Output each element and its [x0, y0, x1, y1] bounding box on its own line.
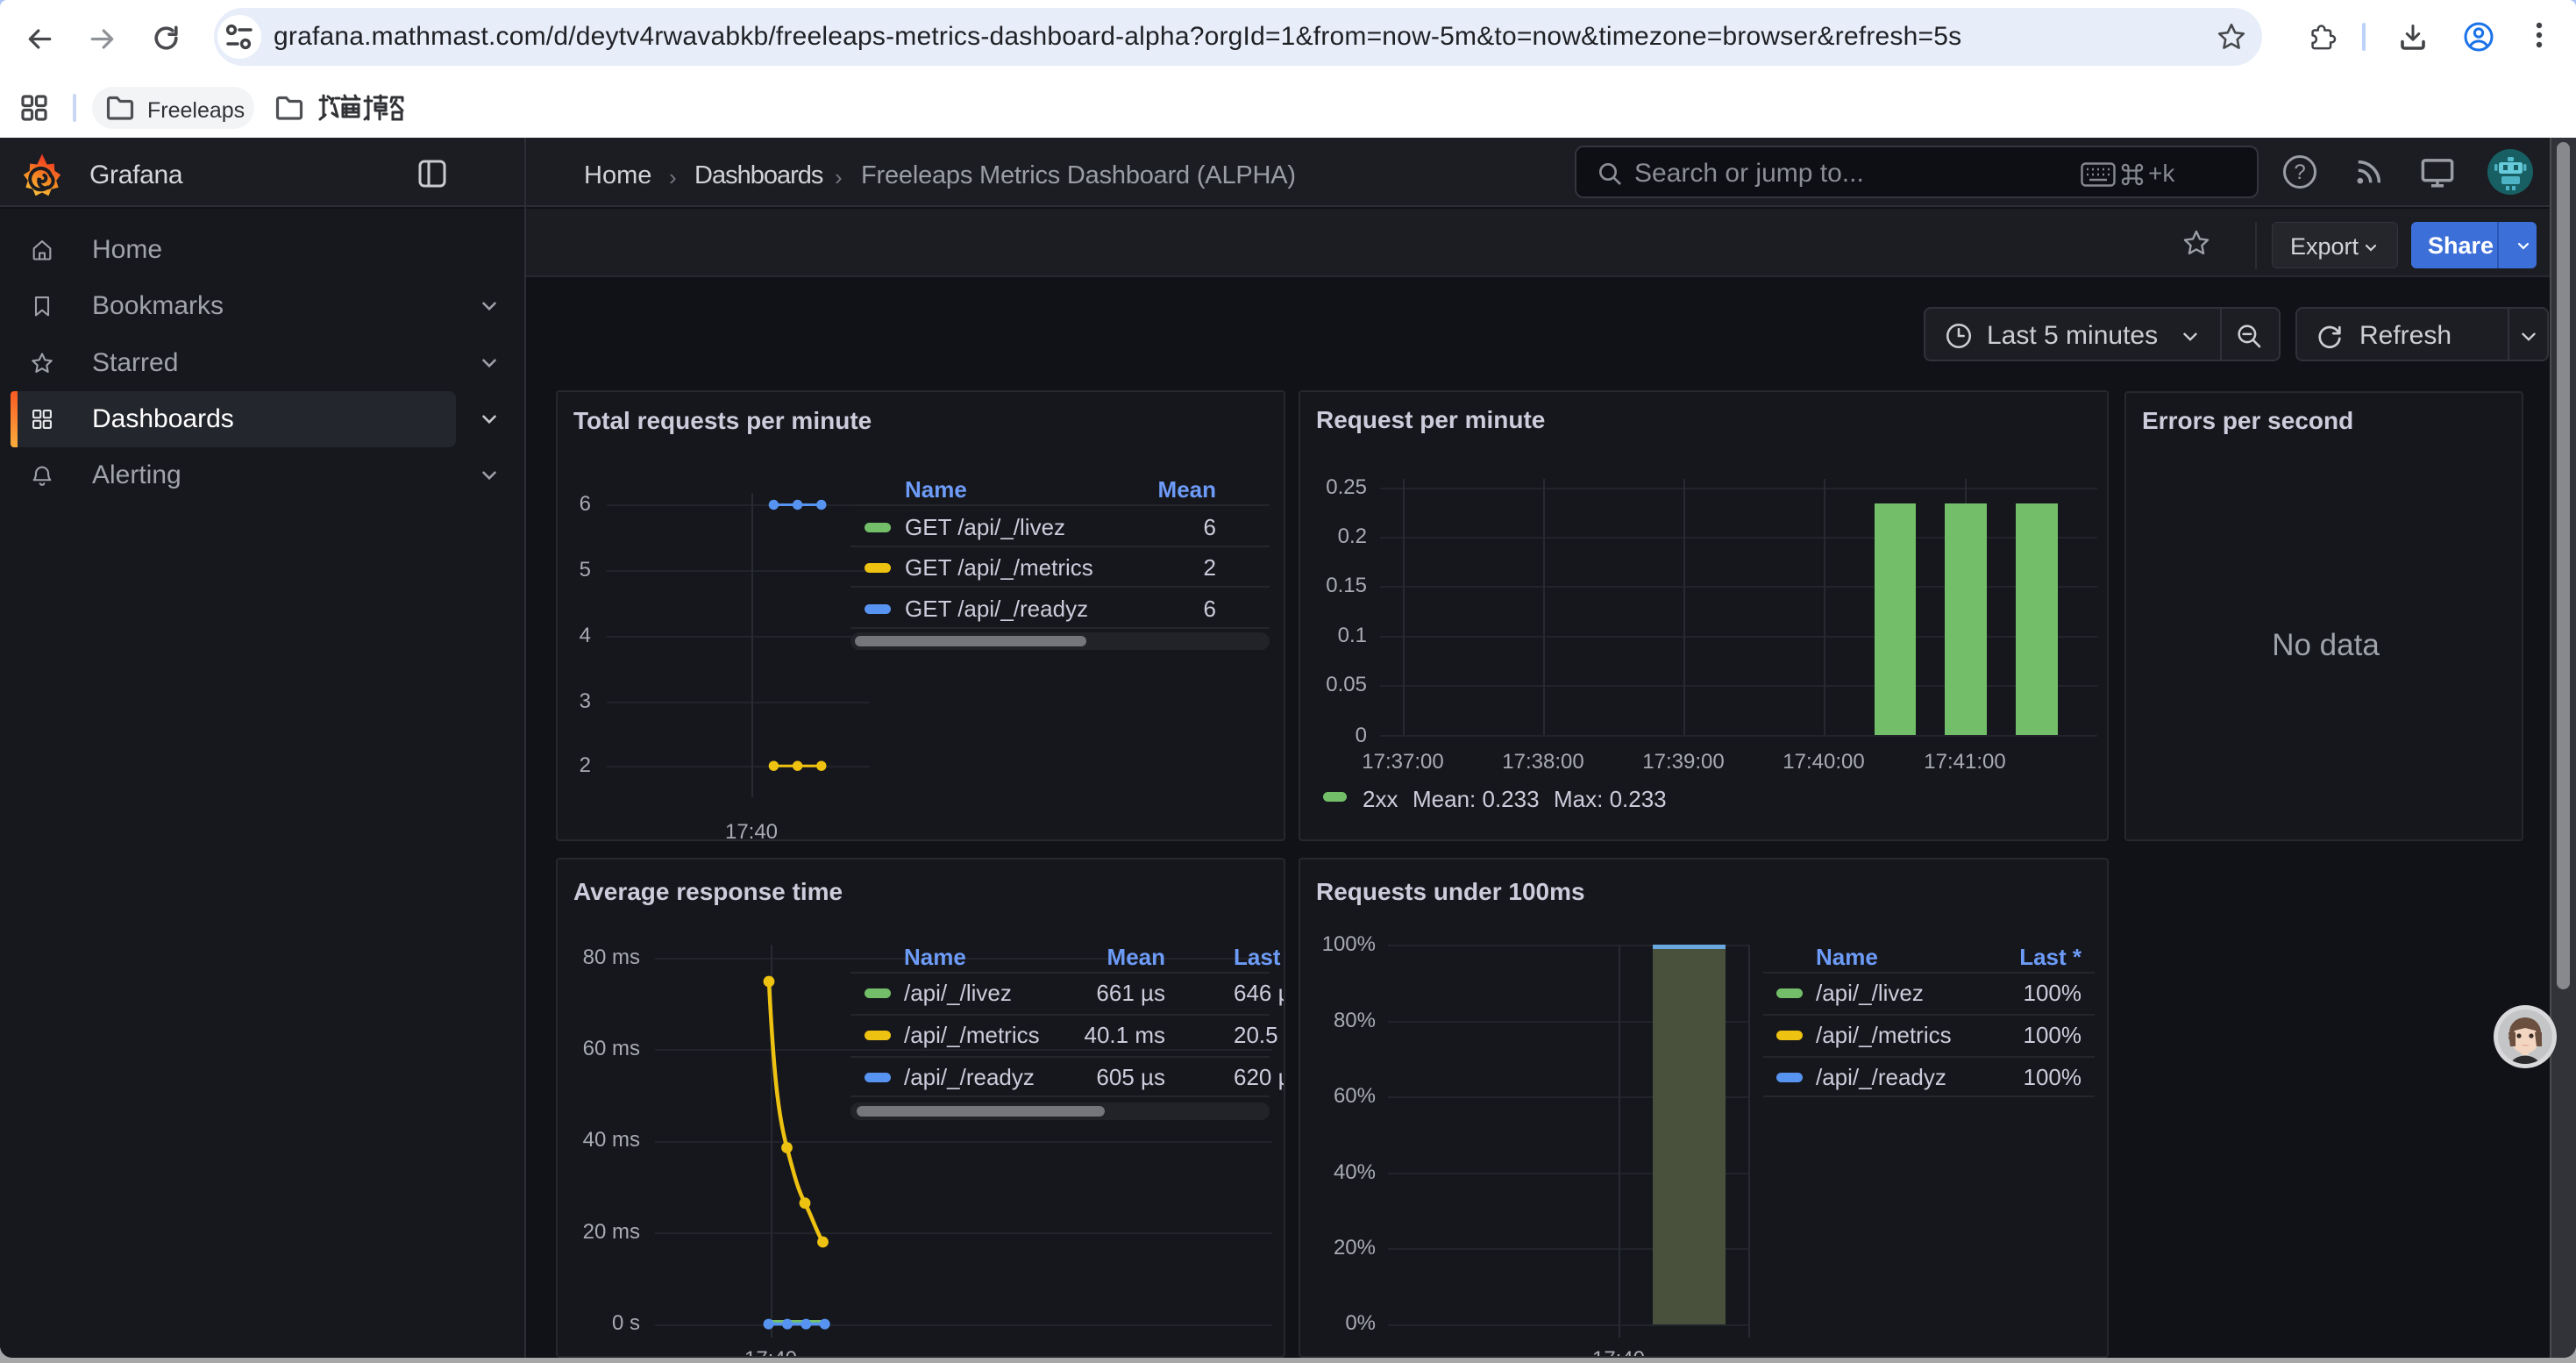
- svg-text:?: ?: [2294, 161, 2305, 184]
